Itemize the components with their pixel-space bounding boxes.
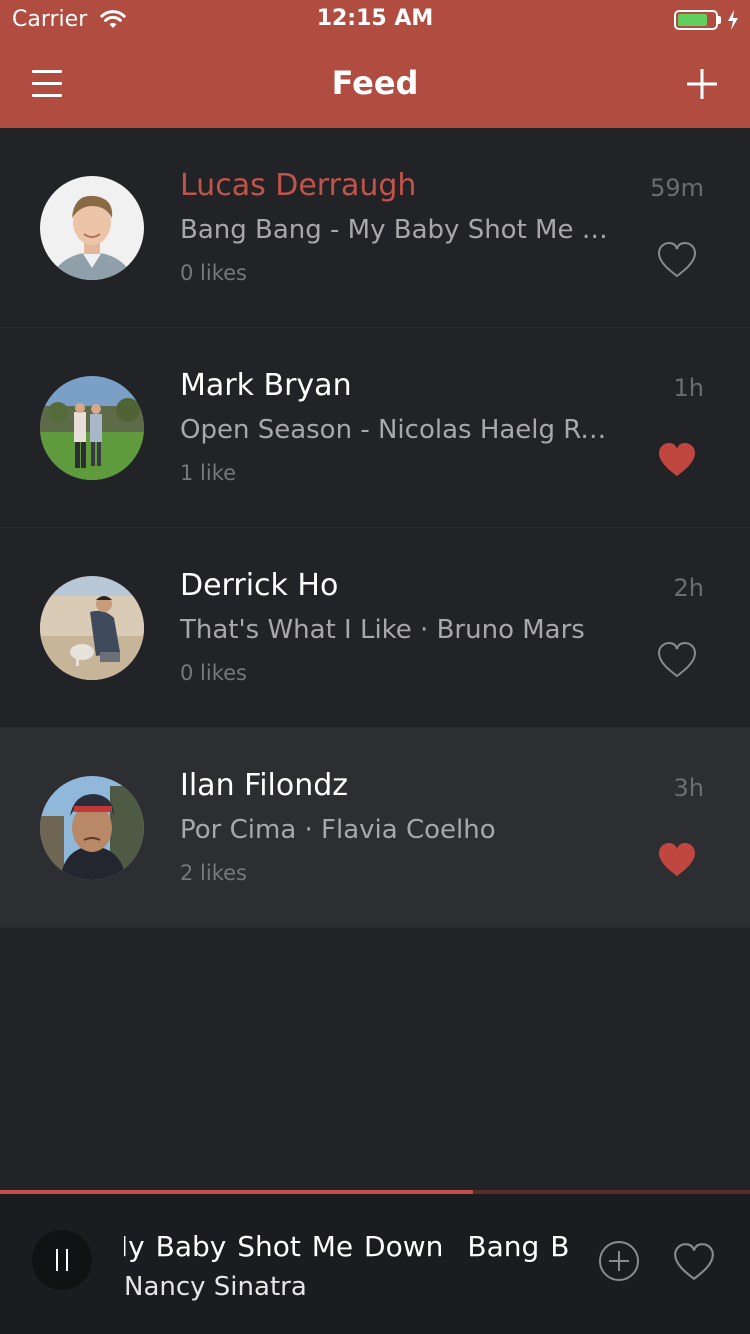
post-time: 3h <box>673 774 704 802</box>
now-playing-title: My Baby Shot Me Down <box>124 1230 444 1263</box>
feed-list: Lucas Derraugh Bang Bang - My Baby Shot … <box>0 128 750 928</box>
avatar[interactable] <box>40 776 144 880</box>
likes-count: 1 like <box>180 461 237 485</box>
heart-outline-icon[interactable] <box>672 1240 716 1284</box>
avatar[interactable] <box>40 176 144 280</box>
battery-icon <box>674 10 718 30</box>
avatar[interactable] <box>40 576 144 680</box>
progress-bar[interactable] <box>0 1190 750 1194</box>
avatar[interactable] <box>40 376 144 480</box>
feed-item[interactable]: Lucas Derraugh Bang Bang - My Baby Shot … <box>0 128 750 328</box>
song-title: That's What I Like · Bruno Mars <box>180 615 585 645</box>
song-title: Open Season - Nicolas Haelg Remix <box>180 415 620 445</box>
likes-count: 0 likes <box>180 261 247 285</box>
heart-outline-icon[interactable] <box>656 239 698 281</box>
likes-count: 2 likes <box>180 861 247 885</box>
battery-tip <box>718 16 721 24</box>
heart-filled-icon[interactable] <box>656 439 698 481</box>
likes-count: 0 likes <box>180 661 247 685</box>
user-name[interactable]: Ilan Filondz <box>180 768 348 803</box>
user-name[interactable]: Derrick Ho <box>180 568 338 603</box>
status-bar: Carrier 12:15 AM <box>0 0 750 40</box>
charging-bolt-icon <box>726 9 740 35</box>
add-circle-icon[interactable] <box>598 1240 640 1282</box>
nav-bar: Feed <box>0 40 750 128</box>
song-title: Por Cima · Flavia Coelho <box>180 815 496 845</box>
pause-button[interactable] <box>32 1230 92 1290</box>
heart-filled-icon[interactable] <box>656 839 698 881</box>
user-name[interactable]: Lucas Derraugh <box>180 168 416 203</box>
now-playing-title-repeat: Bang Bang <box>467 1230 570 1263</box>
feed-item[interactable]: Mark Bryan Open Season - Nicolas Haelg R… <box>0 328 750 528</box>
post-time: 2h <box>673 574 704 602</box>
heart-outline-icon[interactable] <box>656 639 698 681</box>
mini-player: My Baby Shot Me Down Bang Bang Nancy Sina… <box>0 1190 750 1334</box>
post-time: 59m <box>650 174 704 202</box>
progress-fill <box>0 1190 473 1194</box>
now-playing-artist: Nancy Sinatra <box>124 1272 307 1302</box>
feed-item[interactable]: Derrick Ho That's What I Like · Bruno Ma… <box>0 528 750 728</box>
song-title: Bang Bang - My Baby Shot Me Down <box>180 215 620 245</box>
plus-icon[interactable] <box>686 68 718 100</box>
now-playing-title-marquee: My Baby Shot Me Down Bang Bang <box>124 1230 570 1266</box>
post-time: 1h <box>673 374 704 402</box>
page-title: Feed <box>331 64 419 102</box>
clock: 12:15 AM <box>316 6 434 31</box>
feed-item[interactable]: Ilan Filondz Por Cima · Flavia Coelho 2 … <box>0 728 750 928</box>
user-name[interactable]: Mark Bryan <box>180 368 352 403</box>
